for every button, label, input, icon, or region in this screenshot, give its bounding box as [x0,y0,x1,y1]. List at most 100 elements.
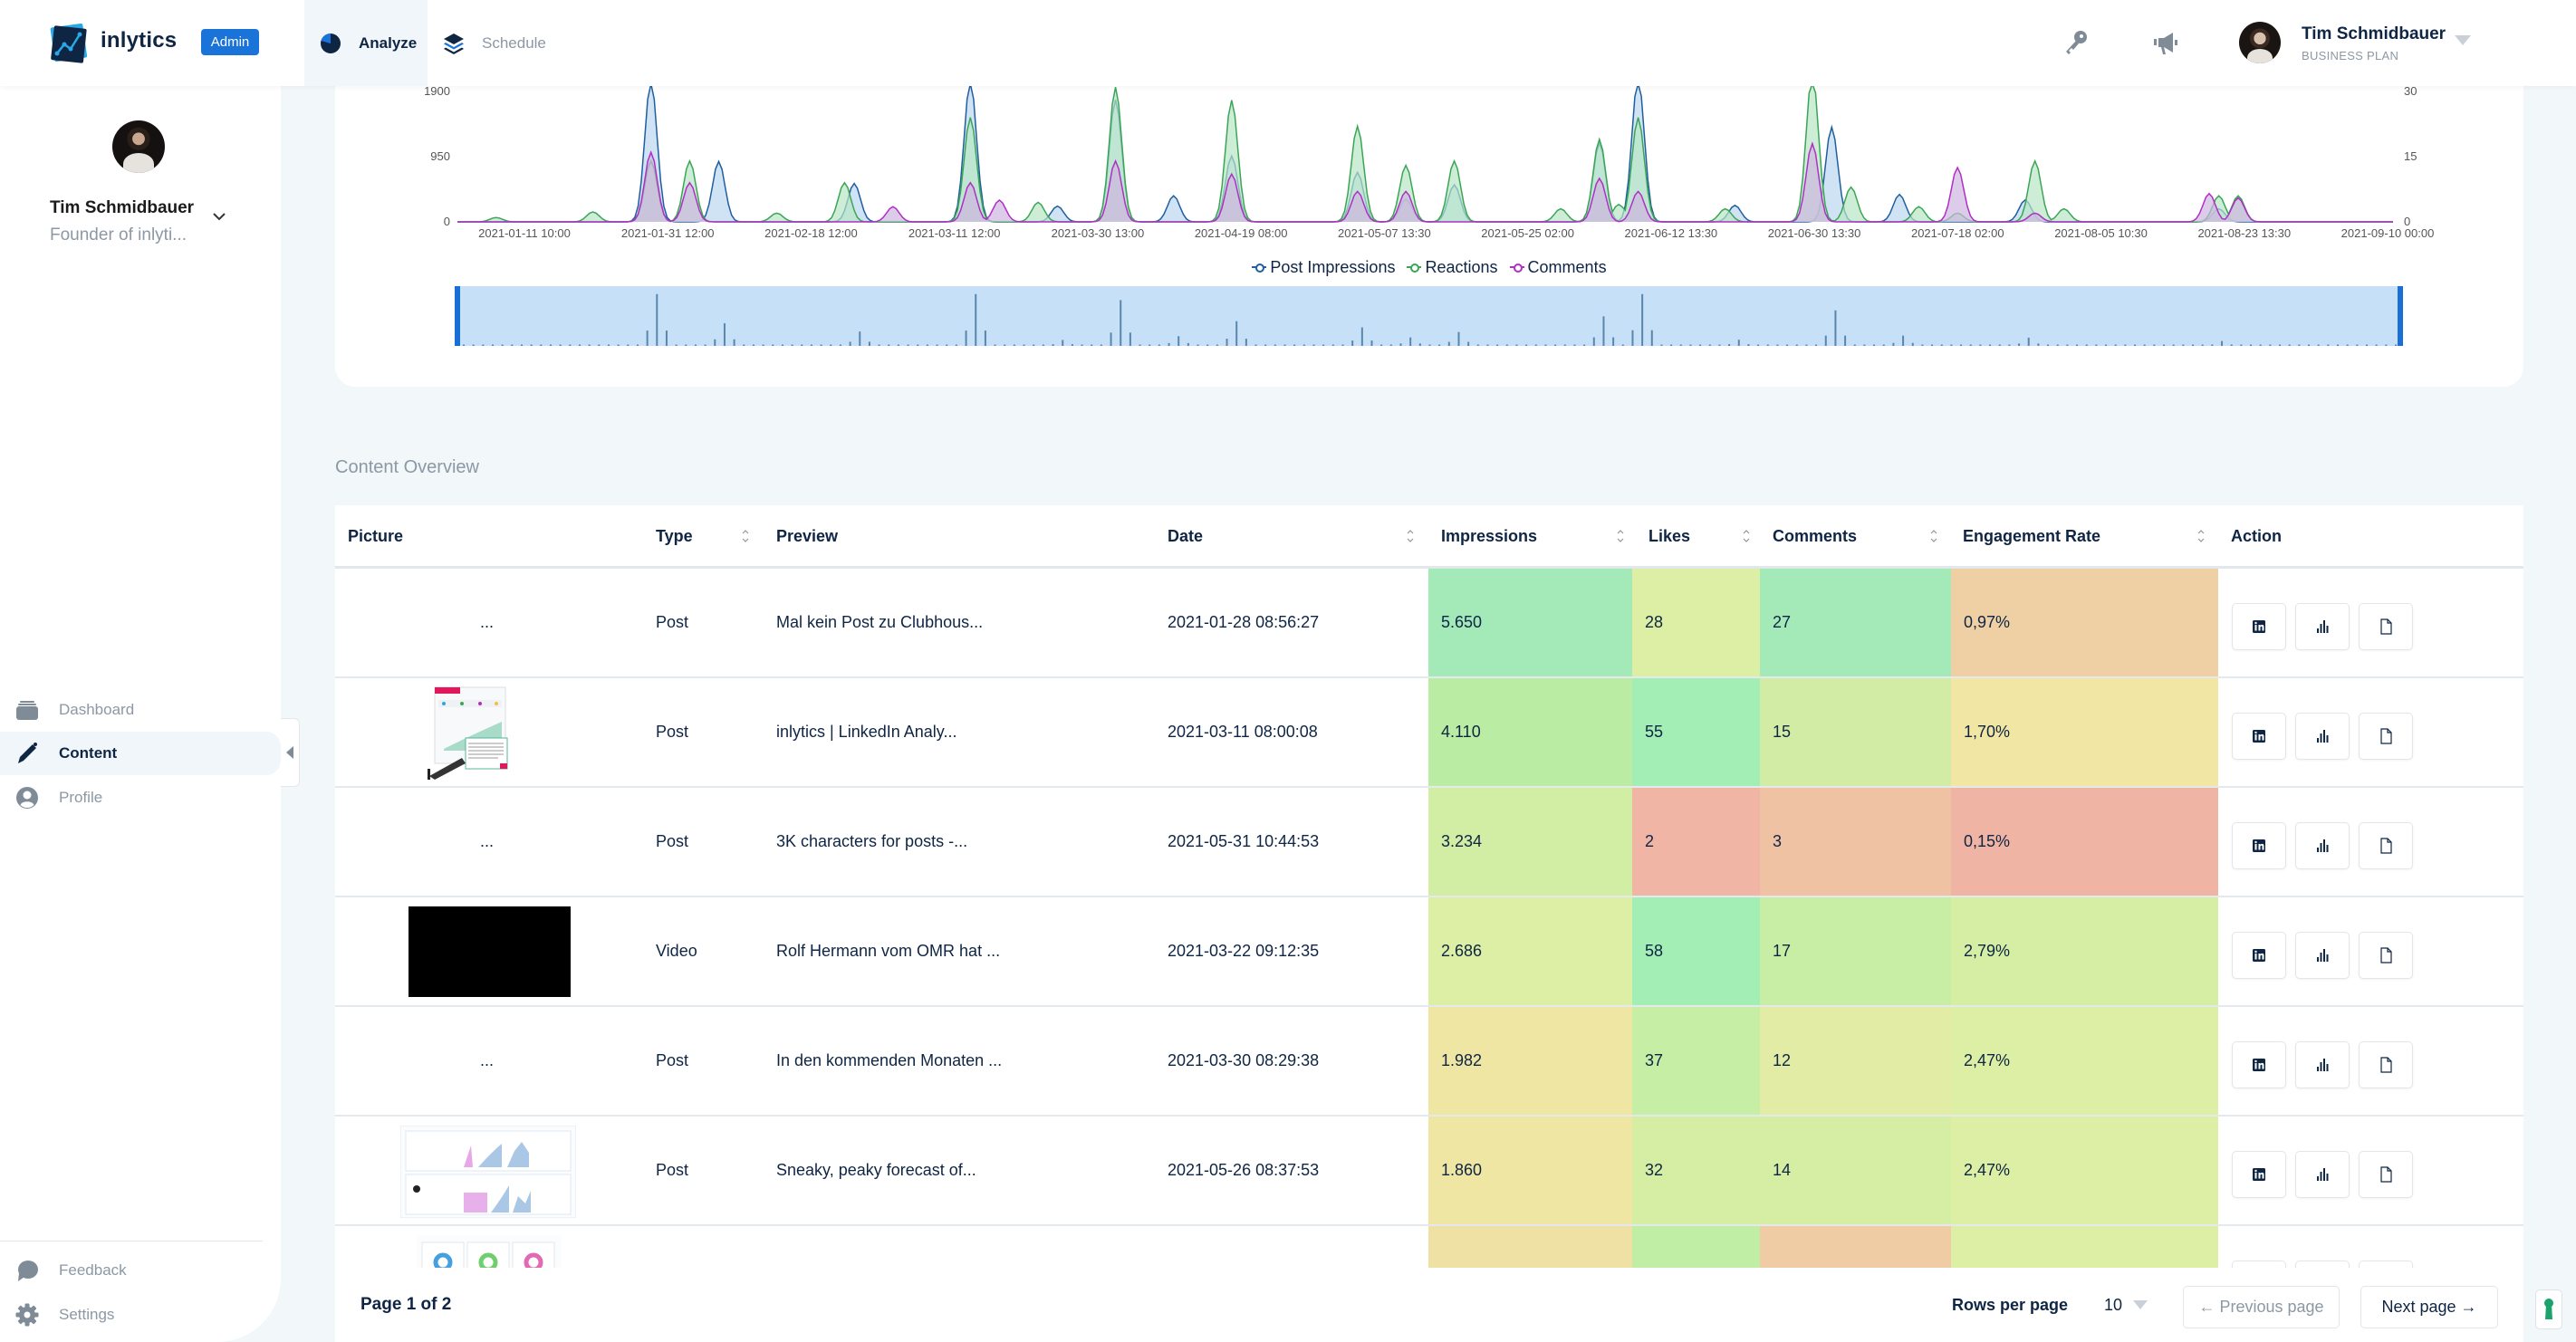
post-thumbnail[interactable] [426,685,513,780]
impressions-cell: 2.686 [1428,897,1632,1005]
column-header-preview: Preview [776,527,839,545]
document-button[interactable] [2359,1151,2413,1198]
series-line-reactions[interactable] [457,81,2393,223]
sidebar-item-profile[interactable]: Profile [0,776,281,820]
table-row[interactable]: Post Sneaky, peaky forecast of... 2021-05-… [335,1117,2523,1226]
key-icon[interactable] [2061,27,2091,58]
linkedin-button[interactable] [2232,1261,2286,1268]
linkedin-button[interactable] [2232,1041,2286,1088]
rows-per-page-select[interactable]: 10 [2104,1296,2122,1315]
bar-chart-button[interactable] [2295,713,2350,760]
linkedin-button[interactable] [2232,932,2286,979]
brush-handle-left[interactable] [455,286,460,346]
bar-chart-button[interactable] [2295,822,2350,869]
bar-chart-button[interactable] [2295,1041,2350,1088]
tab-analyze[interactable]: Analyze [304,0,428,86]
linkedin-button[interactable] [2232,603,2286,650]
bar-chart-button[interactable] [2295,1261,2350,1268]
chevron-down-icon[interactable] [211,211,227,222]
post-thumbnail[interactable] [417,1235,562,1268]
next-page-button[interactable]: Next page → [2360,1286,2498,1328]
post-thumbnail[interactable] [400,1126,576,1218]
sidebar-collapse-button[interactable] [281,718,300,787]
sort-icon[interactable] [2196,527,2206,545]
video-thumbnail[interactable] [409,906,571,997]
inlytics-logo-icon[interactable] [49,24,89,63]
document-button[interactable] [2359,603,2413,650]
bar-chart-button[interactable] [2295,932,2350,979]
table-row[interactable]: Video Rolf Hermann vom OMR hat ... 2021-03… [335,897,2523,1007]
sidebar-item-settings[interactable]: Settings [0,1293,281,1337]
date-cell: 2021-03-30 08:29:38 [1168,1051,1320,1069]
sort-icon[interactable] [1742,527,1751,545]
keyhole-button[interactable] [2535,1289,2562,1329]
sort-icon[interactable] [1929,527,1938,545]
bar-chart-button[interactable] [2295,603,2350,650]
sort-icon[interactable] [1406,527,1415,545]
column-header-engagement-rate[interactable]: Engagement Rate [1963,527,2100,546]
range-brush-selection[interactable] [457,286,2400,346]
column-header-action: Action [2231,527,2282,545]
bar-chart-button[interactable] [2295,1151,2350,1198]
document-button[interactable] [2359,713,2413,760]
tab-schedule[interactable]: Schedule [428,0,563,86]
sidebar-item-dashboard[interactable]: Dashboard [0,688,281,732]
preview-cell[interactable]: 3K characters for posts -... [776,788,967,896]
admin-badge[interactable]: Admin [201,29,259,55]
column-header-type[interactable]: Type [656,527,693,546]
brush-mini-bar [2124,344,2127,346]
rows-per-page-caret-icon[interactable] [2133,1300,2148,1309]
likes-cell: 37 [1632,1007,1760,1115]
brush-mini-bar [2134,344,2137,346]
user-menu-caret-icon[interactable] [2455,35,2471,45]
column-header-comments[interactable]: Comments [1773,527,1857,546]
engagement-area-chart[interactable]: 09501900015302021-01-11 10:00 2021-01-31 … [335,54,2523,387]
brush-mini-bar [1158,344,1160,346]
series-line-post-impressions[interactable] [457,83,2393,223]
table-row[interactable] [335,1226,2523,1268]
series-line-comments[interactable] [457,141,2393,223]
linkedin-button[interactable] [2232,713,2286,760]
table-row[interactable]: ... Post 3K characters for posts -... 2021-… [335,788,2523,897]
sort-icon[interactable] [1616,527,1625,545]
brush-mini-bar [1824,335,1827,346]
document-button[interactable] [2359,932,2413,979]
legend-post-impressions[interactable]: Post Impressions [1252,258,1395,277]
table-row[interactable]: ... Post In den kommenden Monaten ... 2021-… [335,1007,2523,1117]
brush-handle-right[interactable] [2398,286,2403,346]
brush-mini-bar [994,344,996,346]
preview-cell[interactable]: Mal kein Post zu Clubhous... [776,569,983,676]
preview-cell[interactable]: In den kommenden Monaten ... [776,1007,1002,1115]
sidebar-item-feedback[interactable]: Feedback [0,1249,281,1292]
pie-chart-icon [321,33,341,53]
preview-cell[interactable]: Sneaky, peaky forecast of... [776,1117,976,1224]
preview-cell[interactable]: Rolf Hermann vom OMR hat ... [776,897,1000,1005]
document-button[interactable] [2359,1041,2413,1088]
section-title: Content Overview [335,457,479,477]
column-header-impressions[interactable]: Impressions [1441,527,1537,546]
column-header-date[interactable]: Date [1168,527,1203,546]
document-icon [2377,946,2395,964]
previous-page-button[interactable]: ← Previous page [2183,1286,2340,1328]
user-name[interactable]: Tim Schmidbauer [2302,24,2446,44]
legend-reactions[interactable]: Reactions [1407,258,1498,277]
bar-chart-icon [2313,946,2331,964]
linkedin-button[interactable] [2232,1151,2286,1198]
document-button[interactable] [2359,822,2413,869]
brush-mini-bar [2085,344,2088,346]
table-row[interactable]: Post inlytics | LinkedIn Analy... 2021-03-… [335,678,2523,788]
brush-mini-bar [1331,344,1334,346]
megaphone-icon[interactable] [2150,27,2181,58]
preview-cell[interactable]: inlytics | LinkedIn Analy... [776,678,956,786]
table-row[interactable]: ... Post Mal kein Post zu Clubhous... 2021-… [335,569,2523,678]
brush-mini-bar [2356,344,2359,346]
linkedin-button[interactable] [2232,822,2286,869]
legend-comments[interactable]: Comments [1509,258,1607,277]
brush-mini-bar [2375,344,2378,346]
sort-icon[interactable] [741,527,750,545]
sidebar-item-content[interactable]: Content [0,732,281,775]
document-button[interactable] [2359,1261,2413,1268]
brush-mini-bar [878,344,880,346]
column-header-likes[interactable]: Likes [1648,527,1690,546]
user-avatar[interactable] [2239,22,2281,63]
